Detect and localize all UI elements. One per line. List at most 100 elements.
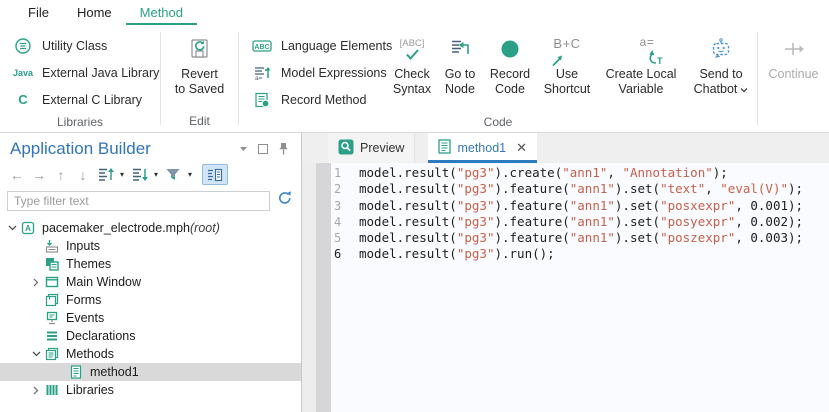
pin-icon[interactable]: [278, 142, 289, 156]
tree-item-main-window[interactable]: Main Window: [0, 273, 301, 291]
code-line-3[interactable]: 3model.result("pg3").feature("ann1").set…: [331, 198, 829, 214]
check-syntax-icon: [ABC]: [400, 30, 425, 67]
filter-row: [0, 188, 301, 215]
use-shortcut-icon: B+C: [553, 30, 580, 67]
refresh-icon[interactable]: [277, 190, 293, 211]
code-text: model.result("pg3").feature("ann1").set(…: [359, 181, 803, 197]
record-method-button[interactable]: Record Method: [239, 86, 387, 113]
check-syntax-label-line1: Check: [394, 67, 429, 82]
tab-method1-label: method1: [457, 141, 506, 155]
continue-label: Continue: [768, 67, 818, 82]
application-builder-panel: Application Builder ← → ↑ ↓ ▾ ▾ ▾: [0, 133, 302, 412]
declarations-icon: [44, 329, 60, 343]
back-icon[interactable]: ←: [6, 167, 28, 183]
code-text: model.result("pg3").feature("ann1").set(…: [359, 214, 803, 230]
tree-item-method1[interactable]: method1: [0, 363, 301, 381]
breakpoint-margin[interactable]: [302, 163, 316, 412]
tree-toolbar: ← → ↑ ↓ ▾ ▾ ▾: [0, 160, 301, 188]
tab-preview[interactable]: Preview: [328, 133, 415, 163]
external-c-library-label: External C Library: [42, 93, 142, 107]
tab-method1[interactable]: method1 ✕: [428, 133, 537, 163]
line-number: 3: [331, 198, 359, 214]
tree-item-themes[interactable]: Themes: [0, 255, 301, 273]
goto-node-label-line1: Go to: [445, 67, 476, 82]
app-icon: A: [20, 221, 36, 235]
menu-tab-home[interactable]: Home: [63, 0, 126, 25]
close-icon[interactable]: ✕: [516, 140, 527, 156]
tree-item-methods[interactable]: Methods: [0, 345, 301, 363]
menu-tab-file[interactable]: File: [14, 0, 63, 25]
code-editor[interactable]: 1model.result("pg3").create("ann1", "Ann…: [331, 163, 829, 412]
tree-item-label: Themes: [66, 257, 111, 271]
method-doc-icon: [68, 365, 84, 379]
code-text: model.result("pg3").feature("ann1").set(…: [359, 198, 803, 214]
panel-header: Application Builder: [0, 133, 301, 160]
revert-to-saved-icon: [186, 30, 213, 67]
code-line-2[interactable]: 2model.result("pg3").feature("ann1").set…: [331, 181, 829, 197]
create-local-variable-label-line2: Variable: [619, 82, 664, 97]
check-syntax-button[interactable]: [ABC] Check Syntax: [387, 25, 437, 113]
inputs-icon: [44, 239, 60, 253]
model-expressions-button[interactable]: a= Model Expressions: [239, 59, 387, 86]
tree-item-forms[interactable]: Forms: [0, 291, 301, 309]
code-line-4[interactable]: 4model.result("pg3").feature("ann1").set…: [331, 214, 829, 230]
tree-item-declarations[interactable]: Declarations: [0, 327, 301, 345]
svg-text:ABC: ABC: [254, 44, 269, 51]
expand-all-dropdown-icon[interactable]: ▾: [116, 170, 128, 179]
create-local-variable-button[interactable]: a= T Create Local Variable: [597, 25, 685, 113]
chevron-down-icon[interactable]: [28, 351, 44, 357]
edit-group-label: Edit: [161, 112, 238, 132]
chevron-right-icon[interactable]: [28, 278, 44, 287]
code-line-5[interactable]: 5model.result("pg3").feature("ann1").set…: [331, 230, 829, 246]
tree-item-pacemaker-electrode-mph[interactable]: Apacemaker_electrode.mph (root): [0, 219, 301, 237]
continue-button[interactable]: Continue: [758, 25, 829, 82]
events-icon: [44, 311, 60, 325]
model-tree: Apacemaker_electrode.mph (root)Inputs The…: [0, 219, 301, 399]
model-data-access-toggle[interactable]: [202, 164, 228, 185]
method-editor-pane: Preview method1 ✕ 1model.result("pg3").c…: [302, 133, 829, 412]
external-java-library-button[interactable]: Java External Java Library: [0, 59, 160, 86]
send-to-chatbot-label-line1: Send to: [699, 67, 742, 82]
fold-margin[interactable]: [316, 163, 331, 412]
expand-all-icon[interactable]: [94, 165, 116, 185]
language-elements-button[interactable]: ABC Language Elements: [239, 32, 387, 59]
record-method-icon: [251, 92, 273, 108]
send-to-chatbot-button[interactable]: Send to Chatbot: [685, 25, 757, 113]
filter-input[interactable]: [7, 191, 270, 211]
menu-tab-method[interactable]: Method: [126, 0, 197, 25]
collapse-all-dropdown-icon[interactable]: ▾: [150, 170, 162, 179]
move-down-icon[interactable]: ↓: [72, 167, 94, 183]
chevron-down-icon[interactable]: [4, 225, 20, 231]
code-line-6[interactable]: 6model.result("pg3").run();: [331, 246, 829, 262]
language-elements-icon: ABC: [251, 38, 273, 54]
move-up-icon[interactable]: ↑: [50, 167, 72, 183]
record-code-button[interactable]: Record Code: [483, 25, 537, 113]
panel-menu-chevron-icon[interactable]: [239, 146, 248, 152]
revert-label-line2: to Saved: [175, 82, 224, 97]
tree-item-inputs[interactable]: Inputs: [0, 237, 301, 255]
line-number: 6: [331, 246, 359, 262]
utility-class-button[interactable]: Utility Class: [0, 32, 160, 59]
goto-node-button[interactable]: Go to Node: [437, 25, 483, 113]
filter-dropdown-icon[interactable]: ▾: [184, 170, 196, 179]
use-shortcut-button[interactable]: B+C Use Shortcut: [537, 25, 597, 113]
float-window-icon[interactable]: [258, 144, 268, 154]
record-code-icon: [499, 30, 521, 67]
use-shortcut-label-line1: Use: [556, 67, 578, 82]
external-c-library-button[interactable]: C External C Library: [0, 86, 160, 113]
filter-icon[interactable]: [162, 165, 184, 185]
code-line-1[interactable]: 1model.result("pg3").create("ann1", "Ann…: [331, 165, 829, 181]
tree-item-libraries[interactable]: Libraries: [0, 381, 301, 399]
code-group-label: Code: [239, 113, 757, 133]
utility-class-icon: [12, 37, 34, 55]
utility-class-label: Utility Class: [42, 39, 107, 53]
forward-icon[interactable]: →: [28, 167, 50, 183]
window-icon: [44, 275, 60, 289]
line-number: 1: [331, 165, 359, 181]
chevron-right-icon[interactable]: [28, 386, 44, 395]
send-to-chatbot-label-line2: Chatbot: [694, 82, 738, 96]
tree-item-events[interactable]: Events: [0, 309, 301, 327]
revert-to-saved-button[interactable]: Revert to Saved: [161, 25, 238, 96]
collapse-all-icon[interactable]: [128, 165, 150, 185]
revert-label-line1: Revert: [181, 67, 218, 82]
